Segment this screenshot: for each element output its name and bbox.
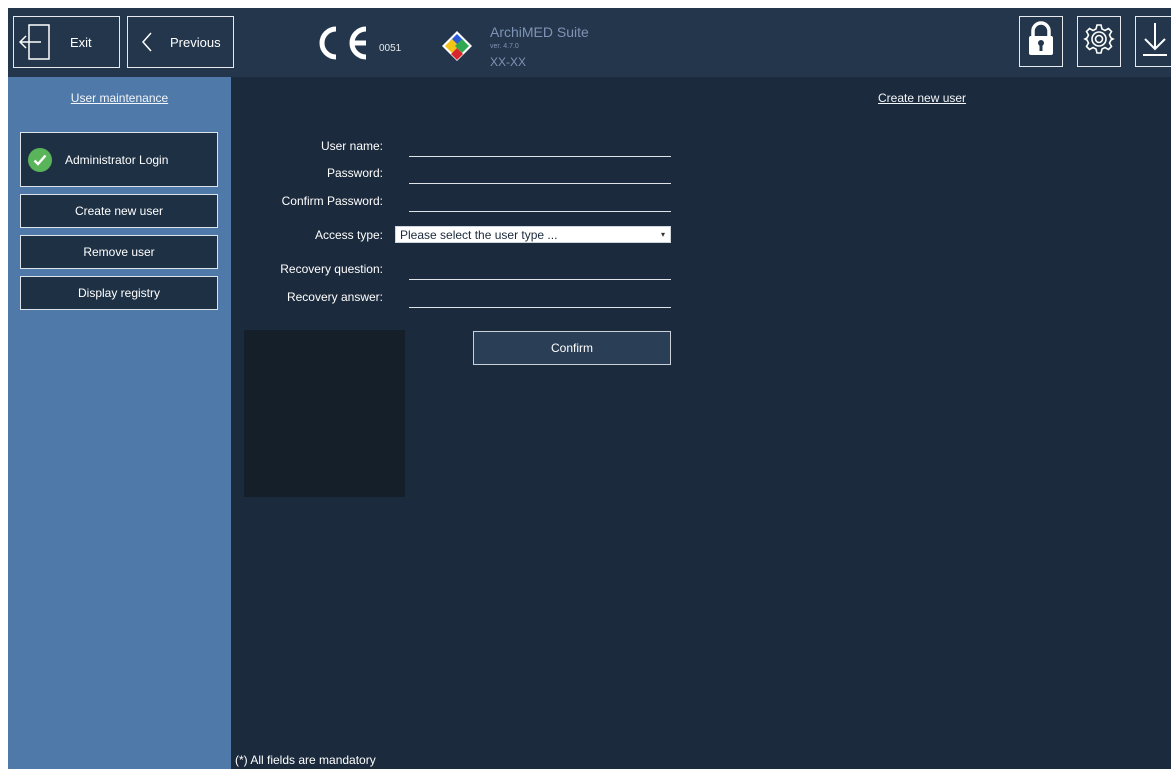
password-field[interactable]	[409, 183, 671, 184]
gear-icon	[1083, 23, 1115, 60]
access-type-label: Access type:	[314, 228, 383, 242]
main-content: Create new user User name: Password: Con…	[231, 77, 1171, 769]
archimed-logo-icon	[441, 30, 473, 67]
sidebar-item-label: Display registry	[77, 286, 161, 300]
page-title: Create new user	[878, 91, 967, 105]
top-toolbar: Exit Previous 0051 ArchiMED Suite ver. 4…	[8, 8, 1171, 77]
ce-mark-icon	[316, 25, 374, 66]
settings-button[interactable]	[1077, 16, 1121, 67]
password-label: Password:	[326, 166, 383, 180]
ce-number: 0051	[379, 43, 402, 54]
recovery-question-field[interactable]	[409, 279, 671, 280]
lock-icon	[1027, 21, 1055, 62]
download-arrow-icon	[1142, 21, 1168, 62]
exit-button[interactable]: Exit	[13, 16, 120, 68]
app-window: Exit Previous 0051 ArchiMED Suite ver. 4…	[8, 8, 1171, 769]
sidebar-item-display-registry[interactable]: Display registry	[20, 276, 218, 310]
username-field[interactable]	[409, 156, 671, 157]
preview-panel	[244, 330, 405, 497]
access-type-value: Please select the user type ...	[400, 227, 558, 242]
sidebar-item-label: Administrator Login	[65, 152, 169, 167]
confirm-password-field[interactable]	[409, 211, 671, 212]
access-type-select[interactable]: Please select the user type ... ▾	[395, 226, 671, 243]
recovery-question-label: Recovery question:	[280, 262, 383, 276]
confirm-password-label: Confirm Password:	[281, 194, 383, 208]
check-circle-icon	[28, 147, 52, 172]
sidebar-item-label: Remove user	[83, 245, 155, 259]
sidebar: User maintenance Administrator Login Cre…	[8, 77, 231, 769]
confirm-button[interactable]: Confirm	[473, 331, 671, 365]
confirm-label: Confirm	[550, 341, 593, 355]
sidebar-item-create-new-user[interactable]: Create new user	[20, 194, 218, 228]
recovery-answer-field[interactable]	[409, 307, 671, 308]
app-subtitle: XX-XX	[490, 55, 527, 69]
mandatory-fields-note: (*) All fields are mandatory	[235, 753, 376, 767]
sidebar-item-administrator-login[interactable]: Administrator Login	[20, 132, 218, 187]
dropdown-arrow-icon: ▾	[660, 230, 665, 239]
sidebar-item-remove-user[interactable]: Remove user	[20, 235, 218, 269]
app-title: ArchiMED Suite	[490, 24, 589, 40]
sidebar-item-label: Create new user	[74, 204, 164, 218]
sidebar-title[interactable]: User maintenance	[8, 91, 231, 105]
exit-label: Exit	[70, 34, 92, 50]
previous-label: Previous	[170, 34, 221, 50]
app-version: ver. 4.7.0	[490, 43, 519, 50]
previous-button[interactable]: Previous	[127, 16, 234, 68]
download-button[interactable]	[1135, 16, 1171, 67]
username-label: User name:	[320, 139, 383, 153]
recovery-answer-label: Recovery answer:	[286, 290, 383, 304]
chevron-left-icon	[128, 31, 166, 53]
lock-button[interactable]	[1019, 16, 1063, 67]
exit-icon	[14, 23, 56, 61]
